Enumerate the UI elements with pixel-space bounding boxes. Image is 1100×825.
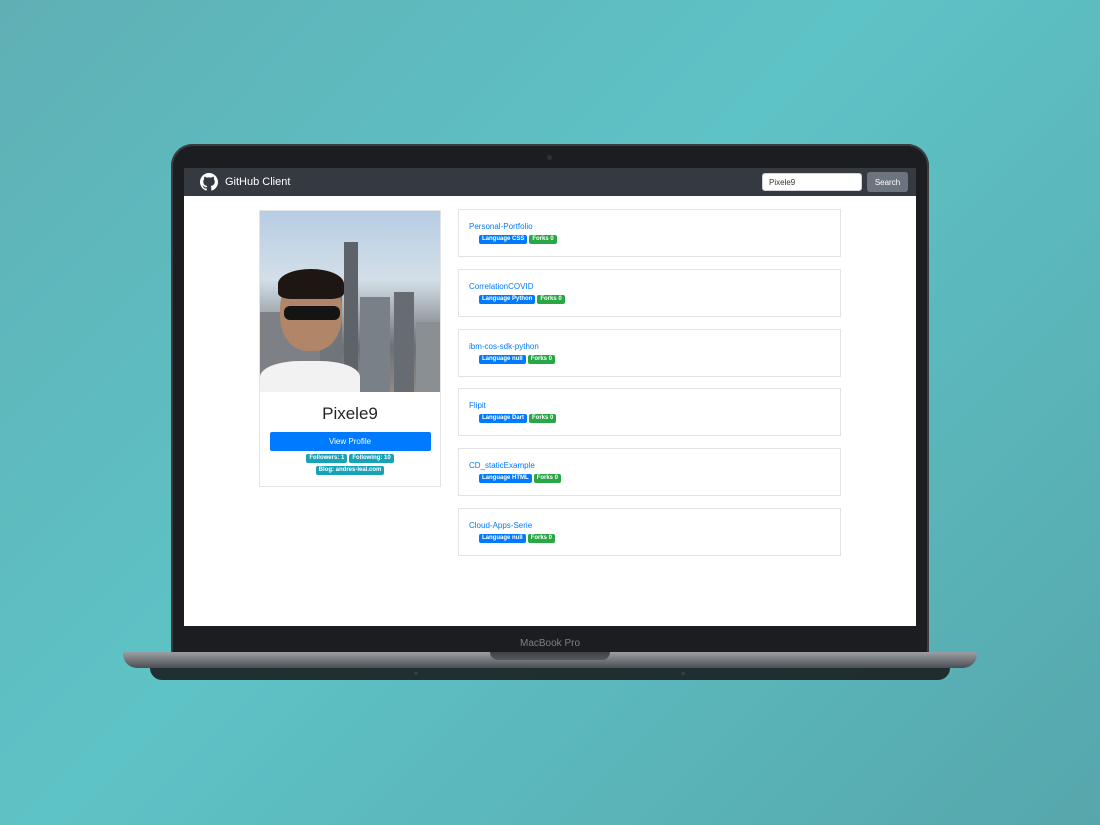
- repo-link[interactable]: ibm-cos-sdk-python: [469, 342, 539, 351]
- repo-link[interactable]: Cloud-Apps-Serie: [469, 521, 532, 530]
- profile-card: Pixele9 View Profile Followers: 1 Follow…: [259, 210, 441, 487]
- language-badge: Language Dart: [479, 414, 528, 423]
- laptop-foot-dot: [681, 672, 685, 675]
- language-badge: Language HTML: [479, 474, 532, 483]
- laptop-foot: [150, 668, 950, 680]
- language-badge: Language CSS: [479, 235, 528, 244]
- avatar: [260, 211, 440, 392]
- following-badge: Following: 10: [349, 454, 394, 463]
- repo-link[interactable]: Personal-Portfolio: [469, 222, 533, 231]
- search-button[interactable]: Search: [867, 172, 908, 192]
- repo-link[interactable]: CorrelationCOVID: [469, 282, 533, 291]
- forks-badge: Forks 0: [537, 295, 565, 304]
- app-screen: GitHub Client Search Pixele9 View Profil…: [184, 168, 916, 626]
- device-label: MacBook Pro: [519, 638, 581, 649]
- repo-link[interactable]: Flipit: [469, 401, 486, 410]
- forks-badge: Forks 0: [527, 355, 556, 364]
- repo-card: Cloud-Apps-Serie Language null Forks 0: [458, 508, 841, 556]
- language-badge: Language null: [479, 355, 526, 364]
- repo-card: Flipit Language Dart Forks 0: [458, 388, 841, 436]
- repo-card: CD_staticExample Language HTML Forks 0: [458, 448, 841, 496]
- brand-title: GitHub Client: [225, 176, 291, 188]
- forks-badge: Forks 0: [527, 534, 556, 543]
- laptop-notch: [490, 652, 610, 660]
- blog-badge: Blog: andres-leal.com: [315, 466, 385, 475]
- search-input[interactable]: [762, 173, 862, 191]
- repo-link[interactable]: CD_staticExample: [469, 461, 535, 470]
- profile-username: Pixele9: [322, 404, 378, 423]
- camera-icon: [547, 155, 552, 160]
- view-profile-button[interactable]: View Profile: [269, 432, 431, 451]
- followers-badge: Followers: 1: [306, 454, 348, 463]
- forks-badge: Forks 0: [529, 235, 557, 244]
- repo-card: Personal-Portfolio Language CSS Forks 0: [458, 209, 841, 257]
- forks-badge: Forks 0: [529, 414, 557, 423]
- navbar: GitHub Client Search: [184, 168, 916, 196]
- repo-card: ibm-cos-sdk-python Language null Forks 0: [458, 329, 841, 377]
- navbar-brand[interactable]: GitHub Client: [200, 173, 290, 191]
- forks-badge: Forks 0: [533, 474, 562, 483]
- github-icon: [200, 173, 218, 191]
- repo-card: CorrelationCOVID Language Python Forks 0: [458, 269, 841, 317]
- language-badge: Language null: [479, 534, 526, 543]
- laptop-foot-dot: [414, 672, 418, 675]
- language-badge: Language Python: [479, 295, 536, 304]
